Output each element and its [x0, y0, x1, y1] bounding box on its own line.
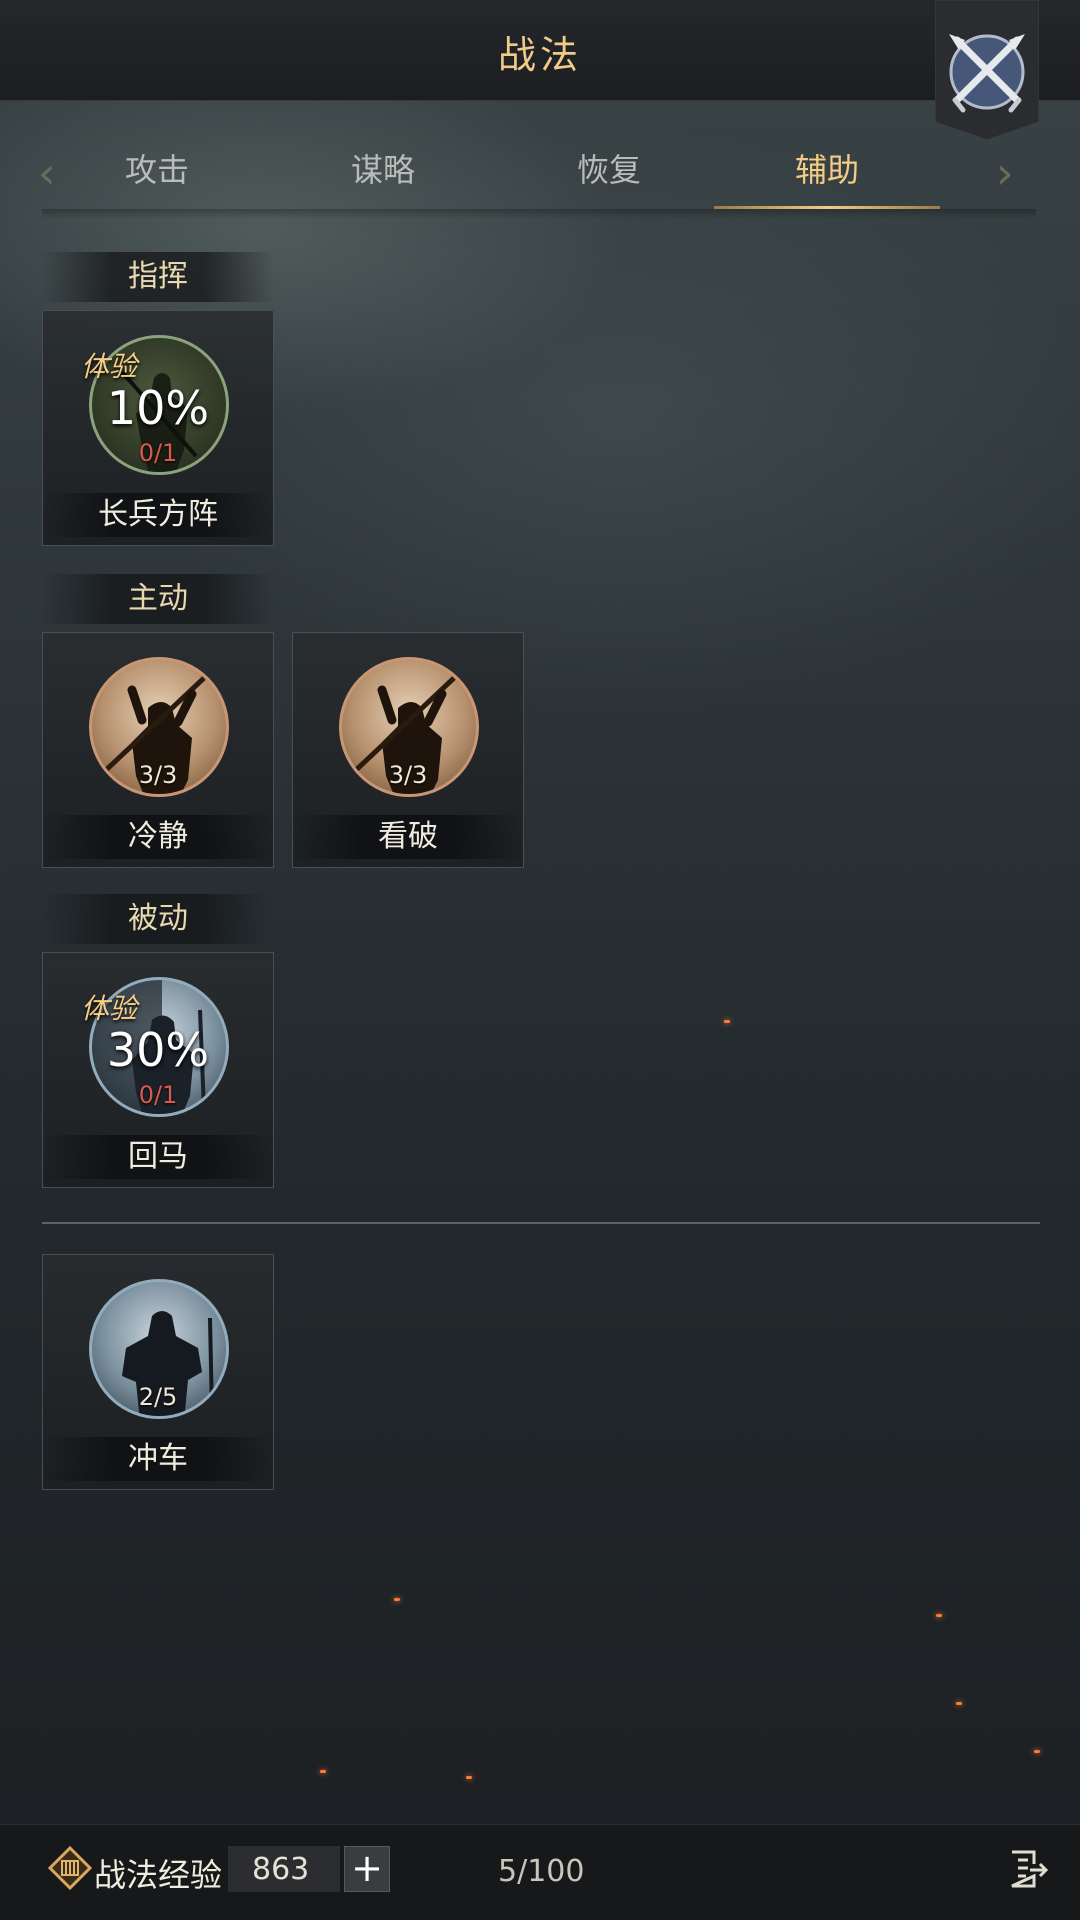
tactic-card[interactable]: 体验 10% 0/1 长兵方阵: [42, 310, 274, 546]
add-exp-button[interactable]: +: [344, 1846, 390, 1892]
ember-particle: [936, 1614, 942, 1617]
tactic-name: 看破: [293, 815, 523, 859]
tactic-count: 3/3: [138, 761, 178, 789]
ember-particle: [956, 1702, 962, 1705]
section-title-active: 主动: [42, 574, 274, 624]
tab-bar: 攻击 谋略 恢复 辅助: [44, 138, 1034, 210]
tab-strategy[interactable]: 谋略: [270, 138, 496, 210]
trial-label: 体验: [81, 992, 138, 1025]
ember-particle: [1034, 1750, 1040, 1753]
section-divider: [42, 1222, 1040, 1224]
tab-next-arrow-icon[interactable]: ›: [996, 148, 1018, 200]
tactic-card[interactable]: 3/3 冷静: [42, 632, 274, 868]
ember-particle: [320, 1770, 326, 1773]
ember-particle: [466, 1776, 472, 1779]
tactic-count: 3/3: [388, 761, 428, 789]
tactic-name: 回马: [43, 1135, 273, 1179]
tactic-exp-value: 863: [252, 1852, 310, 1887]
tactic-count: 0/1: [138, 1081, 178, 1109]
tactic-count: 0/1: [138, 439, 178, 467]
tactic-name: 长兵方阵: [43, 493, 273, 537]
section-title-passive: 被动: [42, 894, 274, 944]
list-export-icon[interactable]: [1008, 1850, 1048, 1888]
tactic-capacity: 5/100: [498, 1854, 585, 1889]
tactic-card[interactable]: 体验 30% 0/1 回马: [42, 952, 274, 1188]
tactic-count: 2/5: [138, 1383, 178, 1411]
crossed-swords-icon[interactable]: [935, 0, 1039, 140]
tactic-name: 冲车: [43, 1437, 273, 1481]
trial-percent: 30%: [106, 1023, 210, 1077]
tactic-name: 冷静: [43, 815, 273, 859]
tactic-card[interactable]: 2/5 冲车: [42, 1254, 274, 1490]
trial-label: 体验: [81, 350, 138, 383]
tab-attack[interactable]: 攻击: [44, 138, 270, 210]
ember-particle: [394, 1598, 400, 1601]
tactic-card[interactable]: 3/3 看破: [292, 632, 524, 868]
tab-divider: [42, 209, 1036, 219]
ember-particle: [724, 1020, 730, 1023]
tab-recovery[interactable]: 恢复: [496, 138, 722, 210]
tactic-exp-icon: [48, 1846, 92, 1890]
section-title-command: 指挥: [42, 252, 274, 302]
tactic-exp-label: 战法经验: [94, 1856, 223, 1894]
trial-percent: 10%: [106, 381, 210, 435]
header-bar: 战法: [0, 0, 1080, 101]
tab-support[interactable]: 辅助: [714, 138, 940, 210]
page-title: 战法: [497, 33, 582, 77]
